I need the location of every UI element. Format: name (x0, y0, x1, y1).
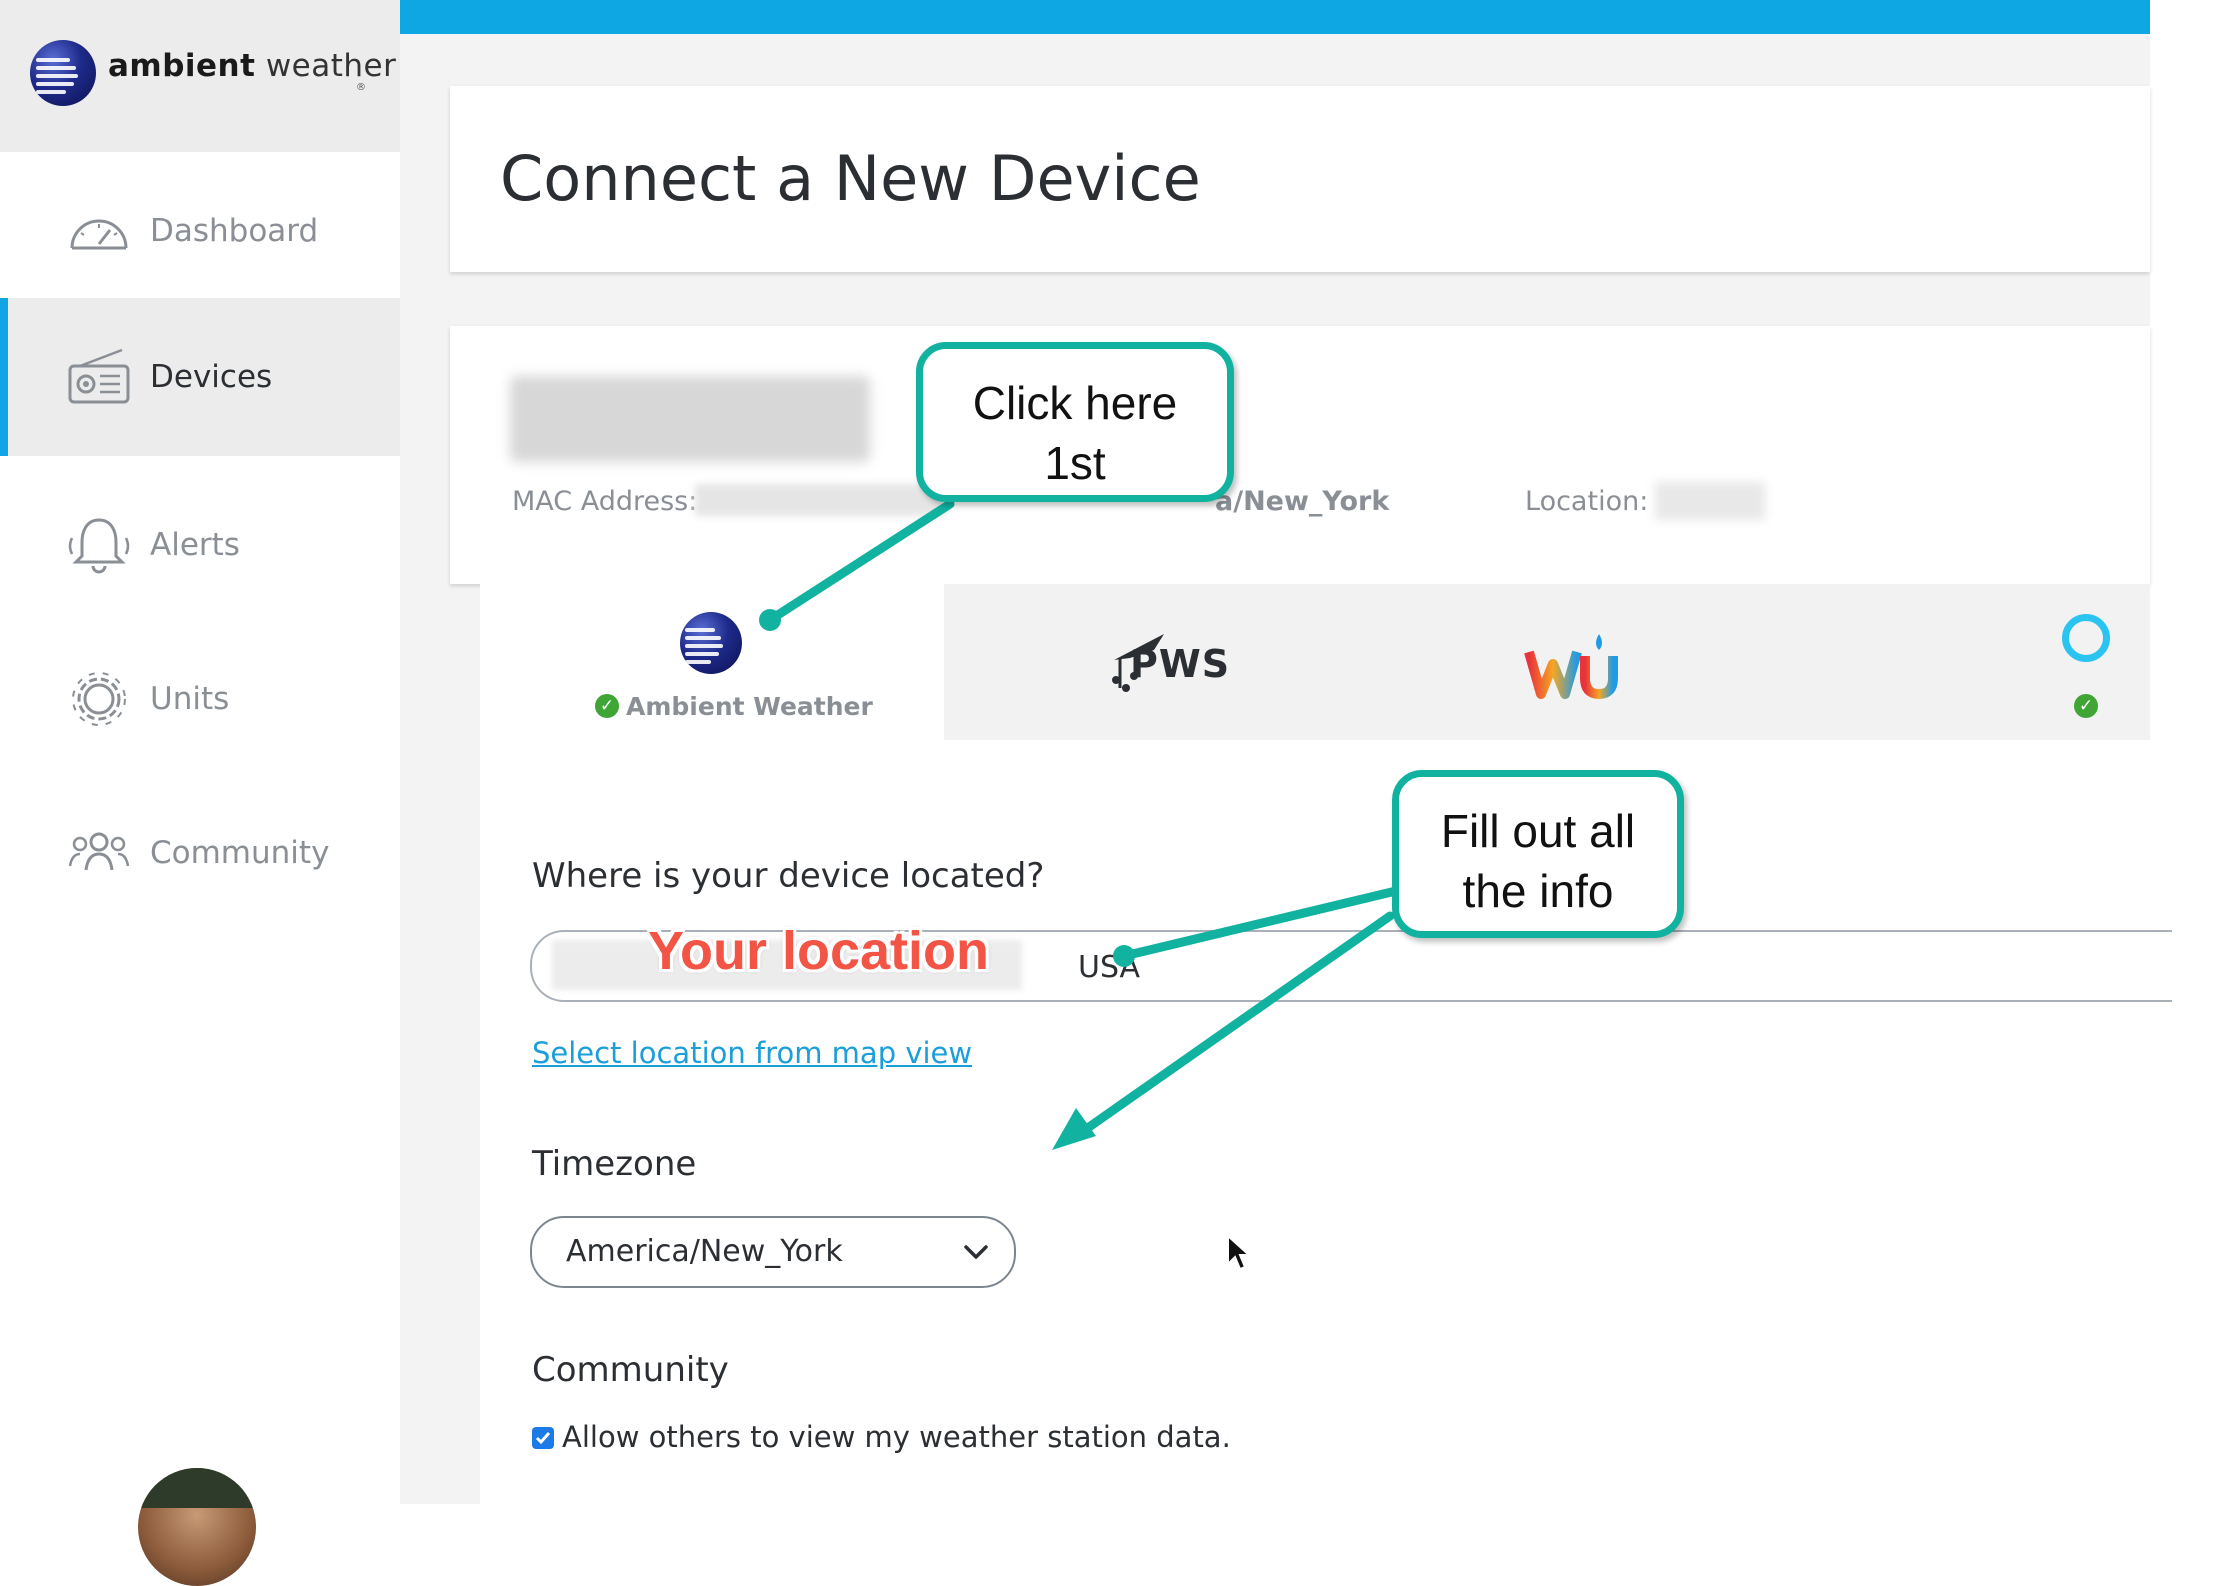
callout-fill-out: Fill out all the info (1392, 770, 1684, 938)
mouse-cursor-icon (1227, 1234, 1252, 1271)
callout-click-here: Click here 1st (916, 342, 1234, 502)
your-location-overlay: Your location (648, 921, 990, 981)
annotation-arrows (759, 499, 1405, 1150)
